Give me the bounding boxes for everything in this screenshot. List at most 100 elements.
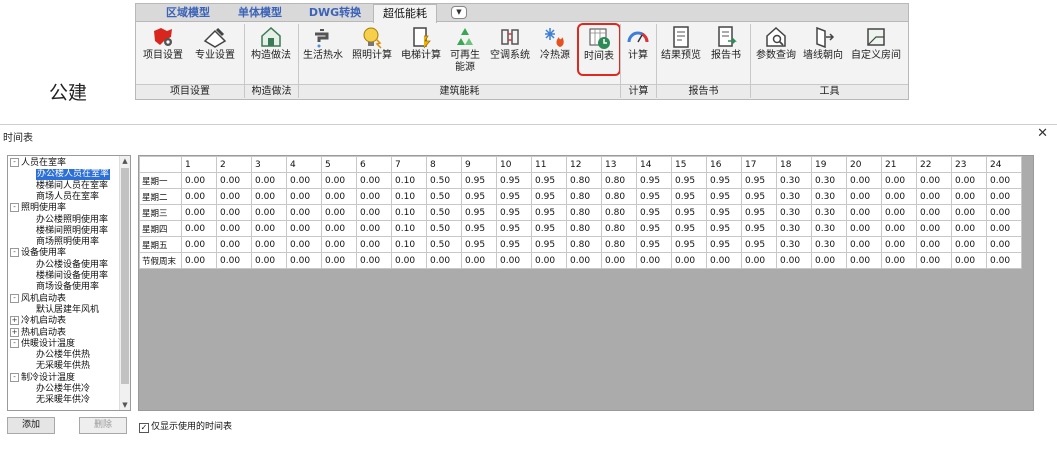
- schedule-cell[interactable]: 0.30: [811, 236, 847, 253]
- collapse-icon[interactable]: -: [10, 203, 19, 213]
- schedule-cell[interactable]: 0.50: [426, 172, 462, 189]
- tree-item[interactable]: 默认居建年风机: [36, 305, 99, 316]
- schedule-cell[interactable]: 0.00: [881, 236, 917, 253]
- schedule-cell[interactable]: 0.00: [916, 188, 952, 205]
- schedule-cell[interactable]: 0.00: [426, 252, 462, 269]
- schedule-cell[interactable]: 0.00: [286, 188, 322, 205]
- schedule-cell[interactable]: 0.95: [461, 204, 497, 221]
- schedule-cell[interactable]: 0.95: [741, 188, 777, 205]
- tree-category[interactable]: + 冷机启动表: [10, 316, 66, 327]
- schedule-cell[interactable]: 0.00: [916, 252, 952, 269]
- schedule-cell[interactable]: 0.00: [916, 220, 952, 237]
- schedule-cell[interactable]: 0.30: [811, 220, 847, 237]
- tree-item[interactable]: 办公楼设备使用率: [36, 260, 108, 271]
- schedule-cell[interactable]: 0.00: [251, 236, 287, 253]
- result-preview-button[interactable]: 结果预览: [658, 24, 704, 62]
- schedule-cell[interactable]: 0.50: [426, 236, 462, 253]
- scroll-up-icon[interactable]: ▲: [120, 156, 130, 166]
- tree-category[interactable]: - 供暖设计温度: [10, 338, 75, 350]
- schedule-cell[interactable]: 0.95: [636, 236, 672, 253]
- construction-method-button[interactable]: 构造做法: [248, 24, 294, 62]
- schedule-cell[interactable]: 0.00: [251, 172, 287, 189]
- schedule-cell[interactable]: 0.00: [846, 252, 882, 269]
- schedule-cell[interactable]: 0.95: [531, 220, 567, 237]
- schedule-cell[interactable]: 0.00: [916, 172, 952, 189]
- schedule-cell[interactable]: 0.00: [251, 188, 287, 205]
- professional-settings-button[interactable]: 专业设置: [190, 24, 240, 62]
- schedule-cell[interactable]: 0.00: [181, 204, 217, 221]
- schedule-cell[interactable]: 0.30: [776, 188, 812, 205]
- schedule-cell[interactable]: 0.30: [776, 172, 812, 189]
- tree-item[interactable]: 办公楼人员在室率: [36, 169, 111, 181]
- tree-item[interactable]: 楼梯间照明使用率: [36, 226, 108, 237]
- schedule-cell[interactable]: 0.00: [951, 252, 987, 269]
- elevator-calc-button[interactable]: 电梯计算: [398, 24, 444, 62]
- tree-item[interactable]: 无采暖年供热: [36, 361, 90, 372]
- tree-category[interactable]: - 设备使用率: [10, 248, 66, 259]
- tree-item[interactable]: 办公楼年供冷: [36, 384, 90, 395]
- schedule-cell[interactable]: 0.95: [636, 188, 672, 205]
- schedule-cell[interactable]: 0.00: [181, 236, 217, 253]
- tree-item[interactable]: 办公楼照明使用率: [36, 215, 108, 226]
- schedule-cell[interactable]: 0.00: [216, 236, 252, 253]
- schedule-cell[interactable]: 0.00: [951, 236, 987, 253]
- collapse-icon[interactable]: -: [10, 293, 19, 303]
- schedule-cell[interactable]: 0.00: [216, 172, 252, 189]
- schedule-cell[interactable]: 0.95: [671, 204, 707, 221]
- schedule-cell[interactable]: 0.95: [496, 172, 532, 189]
- schedule-cell[interactable]: 0.10: [391, 236, 427, 253]
- schedule-cell[interactable]: 0.00: [811, 252, 847, 269]
- schedule-cell[interactable]: 0.50: [426, 220, 462, 237]
- schedule-cell[interactable]: 0.00: [356, 236, 392, 253]
- schedule-cell[interactable]: 0.95: [461, 236, 497, 253]
- schedule-button[interactable]: 时间表: [577, 23, 621, 76]
- schedule-cell[interactable]: 0.95: [741, 236, 777, 253]
- schedule-cell[interactable]: 0.00: [951, 204, 987, 221]
- schedule-cell[interactable]: 0.00: [216, 252, 252, 269]
- schedule-cell[interactable]: 0.00: [181, 220, 217, 237]
- schedule-tree[interactable]: - 人员在室率 办公楼人员在室率 楼梯间人员在室率 商场人员在室率 - 照明使用率 办公楼照明…: [7, 155, 131, 411]
- schedule-cell[interactable]: 0.00: [181, 172, 217, 189]
- schedule-cell[interactable]: 0.95: [636, 204, 672, 221]
- schedule-cell[interactable]: 0.95: [706, 236, 742, 253]
- tree-item[interactable]: 楼梯间设备使用率: [36, 271, 108, 282]
- tree-item[interactable]: 无采暖年供冷: [36, 395, 90, 406]
- schedule-cell[interactable]: 0.30: [776, 236, 812, 253]
- schedule-cell[interactable]: 0.00: [881, 252, 917, 269]
- schedule-cell[interactable]: 0.00: [881, 188, 917, 205]
- schedule-cell[interactable]: 0.00: [321, 220, 357, 237]
- schedule-cell[interactable]: 0.00: [216, 204, 252, 221]
- schedule-cell[interactable]: 0.80: [566, 188, 602, 205]
- schedule-cell[interactable]: 0.95: [531, 172, 567, 189]
- tab-area-model[interactable]: 区域模型: [158, 4, 218, 21]
- schedule-cell[interactable]: 0.80: [601, 236, 637, 253]
- schedule-cell[interactable]: 0.00: [321, 252, 357, 269]
- schedule-cell[interactable]: 0.95: [636, 172, 672, 189]
- close-icon[interactable]: ✕: [1037, 126, 1048, 141]
- schedule-cell[interactable]: 0.00: [986, 252, 1022, 269]
- schedule-cell[interactable]: 0.10: [391, 188, 427, 205]
- tree-category[interactable]: - 风机启动表: [10, 293, 66, 305]
- collapse-icon[interactable]: -: [10, 158, 19, 167]
- schedule-cell[interactable]: 0.00: [321, 172, 357, 189]
- scroll-thumb[interactable]: [121, 168, 129, 384]
- schedule-cell[interactable]: 0.00: [986, 204, 1022, 221]
- schedule-cell[interactable]: 0.00: [356, 188, 392, 205]
- schedule-cell[interactable]: 0.00: [286, 172, 322, 189]
- schedule-cell[interactable]: 0.00: [286, 220, 322, 237]
- schedule-cell[interactable]: 0.95: [461, 220, 497, 237]
- tree-item[interactable]: 办公楼年供热: [36, 350, 90, 361]
- schedule-cell[interactable]: 0.95: [741, 204, 777, 221]
- schedule-cell[interactable]: 0.95: [496, 236, 532, 253]
- schedule-cell[interactable]: 0.00: [356, 172, 392, 189]
- schedule-cell[interactable]: 0.95: [706, 204, 742, 221]
- schedule-cell[interactable]: 0.00: [881, 172, 917, 189]
- cold-heat-source-button[interactable]: 冷热源: [535, 24, 575, 62]
- schedule-cell[interactable]: 0.00: [951, 188, 987, 205]
- tab-dwg-convert[interactable]: DWG转换: [302, 4, 368, 21]
- tree-item[interactable]: 商场设备使用率: [36, 282, 99, 293]
- schedule-cell[interactable]: 0.95: [531, 204, 567, 221]
- schedule-cell[interactable]: 0.00: [531, 252, 567, 269]
- schedule-cell[interactable]: 0.80: [601, 172, 637, 189]
- tab-ultra-low-energy[interactable]: 超低能耗: [373, 4, 437, 23]
